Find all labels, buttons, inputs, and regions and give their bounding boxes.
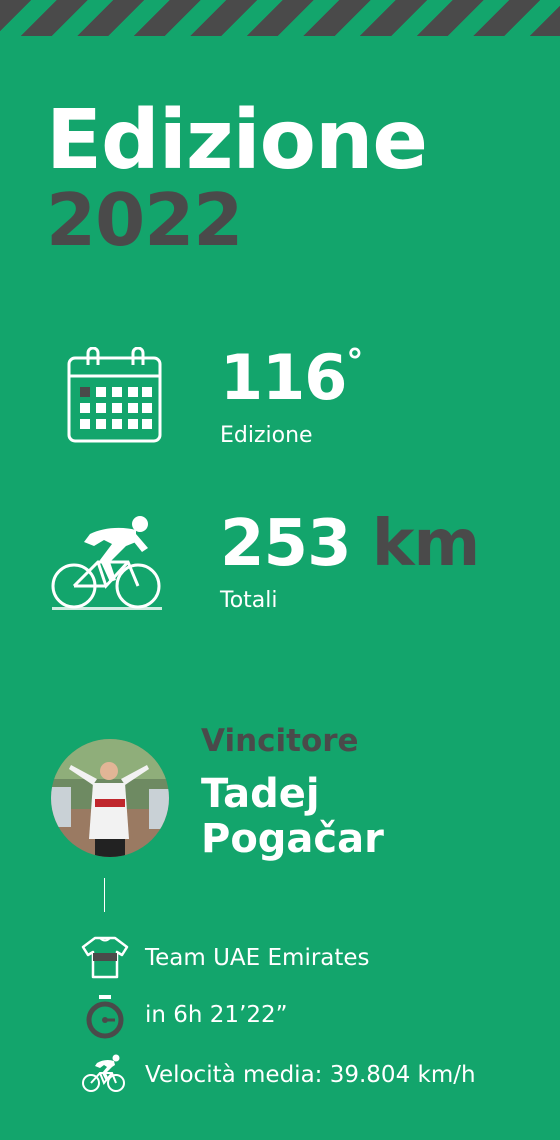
winner-name: Tadej Pogačar [201, 771, 384, 863]
page-title: Edizione [46, 93, 428, 188]
distance-unit: km [371, 507, 480, 581]
divider-line [104, 878, 105, 912]
distance-label: Totali [220, 588, 278, 613]
winner-first-name: Tadej [201, 771, 320, 817]
winner-time: in 6h 21’22” [145, 1002, 288, 1028]
calendar-icon [66, 346, 164, 449]
distance-value: 253 km [220, 512, 480, 576]
cyclist-icon [50, 512, 166, 616]
edition-number-suffix: ° [346, 342, 363, 382]
edition-label: Edizione [220, 423, 313, 448]
distance-number: 253 [220, 507, 352, 581]
winner-last-name: Pogačar [201, 816, 384, 863]
winner-label: Vincitore [201, 723, 359, 759]
winner-speed: Velocità media: 39.804 km/h [145, 1062, 476, 1088]
edition-number-value: 116 [220, 341, 347, 414]
cyclist-small-icon [82, 1053, 126, 1097]
header-stripes [0, 0, 560, 36]
winner-photo [51, 739, 169, 857]
edition-number: 116° [220, 345, 363, 409]
stopwatch-icon [86, 995, 124, 1043]
jersey-icon [80, 935, 130, 983]
edition-year: 2022 [46, 178, 243, 262]
winner-team: Team UAE Emirates [145, 945, 370, 971]
